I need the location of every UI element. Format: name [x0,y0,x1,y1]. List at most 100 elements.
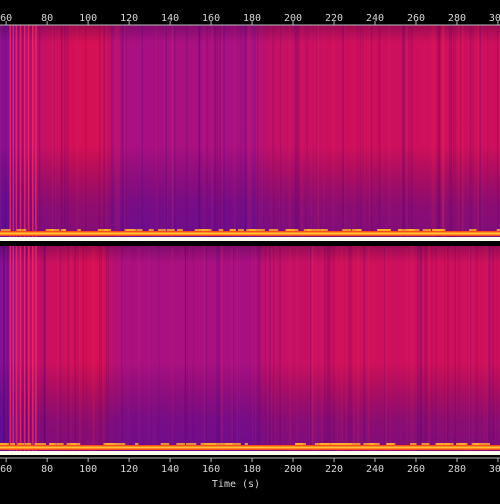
spectral-streak [64,25,66,244]
spectral-streak [411,25,413,244]
spectral-streak [402,25,405,244]
spectral-streak [342,25,344,244]
low-band-blob [177,229,183,231]
spectral-streak [85,25,87,244]
spectral-streak [290,246,291,458]
spectral-streak [312,246,313,458]
top-tick-label: 80 [41,13,53,24]
spectral-streak [255,25,257,244]
spectral-streak [323,25,325,244]
spectral-streak [279,25,281,244]
low-band-blob [345,229,351,231]
spectral-streak [496,25,499,244]
spectral-streak [99,246,101,458]
low-band-blob [444,443,454,445]
spectrogram-chart: 60 60 80 80 100 100 120 120 140 140 160 160 180 180 20… [0,0,500,500]
bottom-tick-label: 200 [284,464,302,475]
low-band-blob [49,443,57,445]
spectral-streak [153,246,155,458]
transient-line [12,25,15,244]
transient-line [15,25,18,244]
low-band-blob [370,443,380,445]
spectral-streak [244,25,247,244]
low-band-blob [238,229,244,231]
spectral-streak [26,25,28,244]
spectral-streak [315,246,317,458]
low-band-blob [17,443,24,445]
spectral-streak [354,25,355,244]
low-band-blob [422,229,431,231]
low-band-blob [158,229,166,231]
spectral-streak [433,25,435,244]
spectral-streak [216,246,218,458]
spectral-streak [59,246,61,458]
low-band-blob [160,443,170,445]
spectral-streak [333,246,335,458]
spectral-streak [353,246,355,458]
spectral-streak [240,25,242,244]
low-band-blob [229,443,241,445]
spectral-streak [257,246,259,458]
spectral-streak [447,246,449,458]
spectral-streak [448,25,450,244]
low-band-core [0,232,500,235]
transient-line [12,246,15,458]
low-band-blob [377,229,387,231]
spectral-streak [273,246,276,458]
bottom-tick-label: 280 [448,464,466,475]
spectral-streak [472,246,474,458]
spectral-streak [206,246,207,458]
spectral-streak [145,246,147,458]
spectral-streak [141,25,143,244]
low-band-blob [244,443,248,445]
spectral-streak [300,25,303,244]
spectral-streak [93,246,95,458]
spectral-streak [214,25,217,244]
low-band-blob [176,443,186,445]
low-band-core [0,446,500,449]
spectral-streak [22,25,24,244]
spectral-streak [288,246,290,458]
low-band-blob [104,229,109,231]
spectral-streak [22,246,24,458]
bottom-tick-label: 180 [243,464,261,475]
spectral-streak [223,25,225,244]
spectral-streak [343,25,345,244]
spectral-streak [412,246,415,458]
spectral-streak [332,25,335,244]
spectral-streak [469,25,472,244]
spectral-streak [234,25,236,244]
bottom-tick-label: 300 [489,464,500,475]
spectral-streak [356,246,359,458]
spectral-streak [221,246,223,458]
x-axis-label: Time (s) [212,479,260,490]
top-tick-label: 60 [0,13,12,24]
spectral-streak [435,246,437,458]
spectral-streak [117,25,120,244]
spectral-streak [417,246,420,458]
spectral-streak [472,25,474,244]
spectral-streak [232,246,234,458]
low-band-blob [258,229,265,231]
bottom-tick-label: 260 [407,464,425,475]
transient-line [32,25,34,244]
spectral-streak [5,25,6,244]
top-tick-label: 160 [202,13,220,24]
top-tick-label: 200 [284,13,302,24]
spectral-streak [457,25,460,244]
bottom-tick-label: 80 [41,464,53,475]
spectral-streak [336,246,338,458]
spectral-streak [55,25,56,244]
spectral-streak [221,25,223,244]
spectral-streak [294,25,297,244]
transient-line [9,25,11,244]
bottom-tick-label: 240 [366,464,384,475]
low-band-blob [350,443,361,445]
transient-line [35,25,37,244]
top-tick-label: 140 [161,13,179,24]
spectral-streak [270,246,273,458]
low-band-blob [408,229,415,231]
spectral-streak [431,25,433,244]
spectral-streak [405,246,408,458]
spectral-streak [390,246,392,458]
